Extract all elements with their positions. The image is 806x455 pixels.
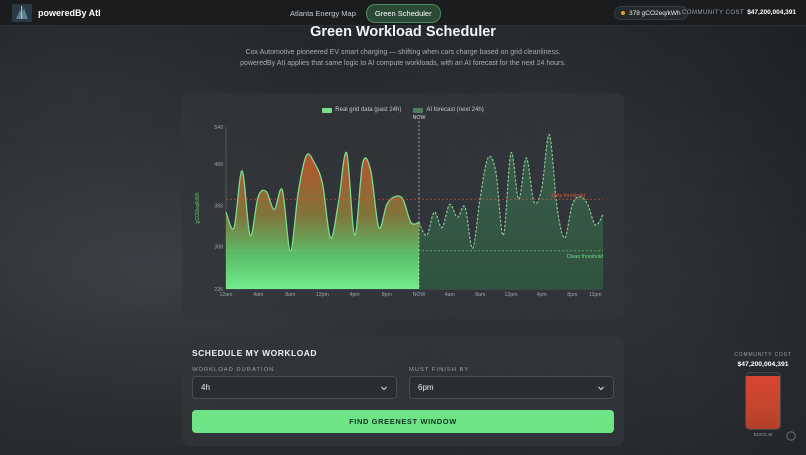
x-tick-label: 8pm [382, 292, 392, 298]
now-label: NOW [413, 115, 426, 121]
y-axis-label: gCO2eq/kWh [195, 192, 201, 223]
widget-value: $47,200,004,391 [737, 361, 789, 368]
past-area [226, 152, 419, 289]
x-tick-label: NOW [413, 292, 426, 298]
x-tick-label: 8am [285, 292, 295, 298]
grid-intensity-chart-card: Real grid data (past 24h) AI forecast (n… [182, 93, 624, 319]
finish-value: 6pm [418, 383, 434, 392]
find-greenest-window-button[interactable]: FIND GREENEST WINDOW [192, 410, 614, 433]
y-tick-label: 388 [214, 203, 223, 209]
finish-label: MUST FINISH BY [409, 367, 470, 373]
status-dot-icon [621, 11, 625, 15]
schedule-title: SCHEDULE MY WORKLOAD [192, 348, 318, 358]
x-tick-label: 4pm [537, 292, 547, 298]
grid-intensity-chart: 226308388468540gCO2eq/kWh Dirty threshold… [195, 115, 604, 298]
x-tick-label: 4am [445, 292, 455, 298]
dirty-threshold-label: Dirty threshold [552, 193, 586, 199]
brand-logo-icon [12, 4, 32, 22]
top-navigation-bar: poweredBy AtI Atlanta Energy Map Green S… [0, 0, 806, 26]
x-tick-label: 4am [253, 292, 263, 298]
battery-caption: $4003.46 [753, 432, 773, 437]
nav-atlanta-energy-map[interactable]: Atlanta Energy Map [284, 5, 362, 22]
page-subtitle: Cox Automotive pioneered EV smart chargi… [240, 49, 566, 67]
clean-threshold-label: Clean threshold [567, 254, 603, 260]
duration-select[interactable]: 4h [192, 376, 397, 399]
x-tick-label: 12pm [505, 292, 518, 298]
y-tick-label: 540 [214, 125, 223, 131]
carbon-intensity-value: 378 gCO2eq/kWh [629, 9, 681, 17]
y-tick-label: 308 [214, 245, 223, 251]
x-tick-label: 11pm [589, 292, 602, 298]
x-tick-label: 4pm [350, 292, 360, 298]
community-cost-widget: COMMUNITY COST $47,200,004,391 $4003.46 [733, 352, 793, 437]
cost-battery-gauge [745, 372, 781, 430]
x-tick-label: 8pm [567, 292, 577, 298]
battery-fill [746, 375, 780, 429]
schedule-workload-card: SCHEDULE MY WORKLOAD WORKLOAD DURATION 4… [182, 336, 624, 446]
carbon-intensity-badge: 378 gCO2eq/kWh [614, 6, 688, 20]
x-tick-label: 12pm [316, 292, 329, 298]
chevron-down-icon [381, 386, 387, 390]
duration-value: 4h [201, 383, 210, 392]
community-cost-label: COMMUNITY COST [681, 10, 745, 16]
x-tick-label: 12am [220, 292, 233, 298]
settings-ring-icon[interactable] [785, 430, 797, 442]
main-nav: Atlanta Energy Map Green Scheduler [284, 4, 441, 23]
community-cost-value: $47,200,004,391 [747, 9, 796, 16]
finish-by-select[interactable]: 6pm [409, 376, 614, 399]
x-tick-label: 8am [475, 292, 485, 298]
duration-label: WORKLOAD DURATION [192, 367, 275, 373]
page-title: Green Workload Scheduler [310, 24, 496, 40]
brand-name: poweredBy AtI [38, 8, 101, 18]
brand[interactable]: poweredBy AtI [12, 4, 101, 22]
chevron-down-icon [598, 386, 604, 390]
widget-label: COMMUNITY COST [734, 352, 792, 358]
y-tick-label: 468 [214, 162, 223, 168]
nav-green-scheduler[interactable]: Green Scheduler [365, 4, 441, 23]
community-cost-header: COMMUNITY COST $47,200,004,391 [682, 9, 796, 16]
